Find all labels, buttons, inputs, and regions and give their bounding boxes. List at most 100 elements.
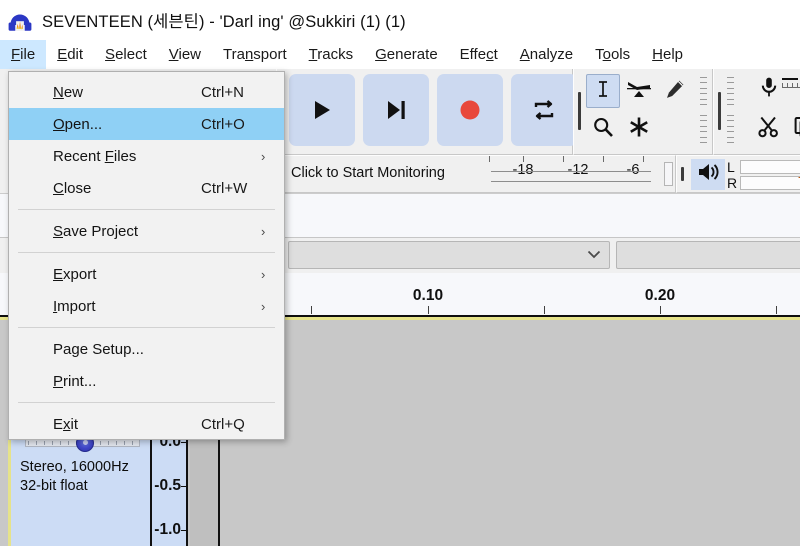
cut-button[interactable] <box>752 112 786 146</box>
recording-meter-scale: -18 -12 -6 0 <box>483 156 661 189</box>
envelope-tool[interactable] <box>622 74 656 108</box>
channel-label-left: L <box>727 160 739 174</box>
recording-meter-toolbar[interactable]: Click to Start Monitoring -18 -12 -6 0 <box>276 155 676 193</box>
asterisk-icon <box>628 116 650 143</box>
track-control-panel[interactable]: Stereo, 16000Hz 32-bit float <box>11 430 150 546</box>
record-circle-icon <box>457 97 483 123</box>
scissors-icon <box>758 116 780 143</box>
transport-toolbar <box>276 69 573 155</box>
track-info: Stereo, 16000Hz 32-bit float <box>20 458 129 496</box>
channel-label-right: R <box>727 176 739 190</box>
edit-toolbar <box>713 69 800 155</box>
mic-slider-icon[interactable] <box>782 78 800 92</box>
multi-tool[interactable] <box>622 112 656 146</box>
track-vertical-ruler[interactable]: 0.0 -0.5 -1.0 <box>150 430 188 546</box>
monitoring-label[interactable]: Click to Start Monitoring <box>291 165 445 181</box>
menu-view[interactable]: View <box>158 40 212 69</box>
zoom-tool[interactable] <box>586 112 620 146</box>
copy-button[interactable] <box>788 112 800 146</box>
ruler-tick <box>776 306 777 314</box>
playback-meter-grabber[interactable] <box>679 159 687 189</box>
microphone-icon <box>759 76 779 103</box>
magnifier-icon <box>592 116 614 143</box>
file-dropdown-menu[interactable]: New Ctrl+N Open... Ctrl+O Recent Files ›… <box>8 71 285 440</box>
device-combo-box[interactable] <box>616 241 800 269</box>
tools-divider-left <box>699 74 708 108</box>
menu-tracks[interactable]: Tracks <box>298 40 364 69</box>
tools-divider-right <box>699 112 708 146</box>
recording-meter-clip-indicator <box>664 162 673 186</box>
menu-item-open[interactable]: Open... Ctrl+O <box>9 108 284 140</box>
ruler-tick <box>311 306 312 314</box>
menu-separator <box>18 252 275 253</box>
window-title: SEVENTEEN (세븐틴) - 'Darl ing' @Sukkiri (1… <box>42 8 406 32</box>
submenu-arrow-icon: › <box>261 149 265 164</box>
menu-separator <box>18 402 275 403</box>
audacity-headphones-logo-icon <box>7 7 33 33</box>
ruler-tick <box>428 306 429 314</box>
menu-accel: Ctrl+Q <box>201 416 245 433</box>
draw-tool[interactable] <box>658 74 692 108</box>
menu-item-import[interactable]: Import › <box>9 290 284 322</box>
menu-separator <box>18 209 275 210</box>
loop-button[interactable] <box>511 74 577 146</box>
chevron-down-icon <box>587 246 601 264</box>
edit-divider-bottom <box>726 112 735 146</box>
microphone-button[interactable] <box>752 72 786 106</box>
tools-toolbar-grabber[interactable] <box>576 71 584 151</box>
menu-generate[interactable]: Generate <box>364 40 449 69</box>
edit-divider-top <box>726 74 735 108</box>
edit-toolbar-grabber[interactable] <box>716 71 724 151</box>
selection-combo-box[interactable] <box>288 241 610 269</box>
track-info-line2: 32-bit float <box>20 477 129 496</box>
ruler-tick <box>660 306 661 314</box>
track-info-line1: Stereo, 16000Hz <box>20 458 129 477</box>
skip-end-icon <box>383 97 409 123</box>
vruler-label: -0.5 <box>154 477 181 495</box>
tools-empty-cell <box>658 112 692 146</box>
i-beam-icon <box>593 79 613 104</box>
skip-to-end-button[interactable] <box>363 74 429 146</box>
vruler-label: -1.0 <box>154 521 181 539</box>
tools-toolbar <box>573 69 713 155</box>
speaker-icon <box>697 162 719 187</box>
menu-transport[interactable]: Transport <box>212 40 298 69</box>
record-button[interactable] <box>437 74 503 146</box>
play-icon <box>309 97 335 123</box>
menu-separator <box>18 327 275 328</box>
menu-accel: Ctrl+W <box>201 180 247 197</box>
submenu-arrow-icon: › <box>261 267 265 282</box>
menu-item-page-setup[interactable]: Page Setup... <box>9 333 284 365</box>
playback-meter-right-bar <box>740 176 800 190</box>
ruler-tick <box>544 306 545 314</box>
menu-analyze[interactable]: Analyze <box>509 40 584 69</box>
menu-item-new[interactable]: New Ctrl+N <box>9 76 284 108</box>
playback-monitor-button[interactable] <box>691 159 725 190</box>
menu-bar: File Edit Select View Transport Tracks G… <box>0 40 800 69</box>
menu-item-save-project[interactable]: Save Project › <box>9 215 284 247</box>
audacity-window: SEVENTEEN (세븐틴) - 'Darl ing' @Sukkiri (1… <box>0 0 800 546</box>
menu-item-recent-files[interactable]: Recent Files › <box>9 140 284 172</box>
copy-icon <box>794 116 800 143</box>
menu-file[interactable]: File <box>0 40 46 69</box>
menu-select[interactable]: Select <box>94 40 158 69</box>
ruler-label: 0.10 <box>413 287 443 305</box>
envelope-icon <box>627 79 651 104</box>
menu-item-print[interactable]: Print... <box>9 365 284 397</box>
playback-meter-toolbar[interactable]: L R -5 <box>676 155 800 193</box>
menu-item-exit[interactable]: Exit Ctrl+Q <box>9 408 284 440</box>
menu-accel: Ctrl+N <box>201 84 244 101</box>
waveform-clip[interactable] <box>190 430 220 546</box>
menu-tools[interactable]: Tools <box>584 40 641 69</box>
menu-item-close[interactable]: Close Ctrl+W <box>9 172 284 204</box>
menu-edit[interactable]: Edit <box>46 40 94 69</box>
pencil-icon <box>665 79 685 104</box>
menu-effect[interactable]: Effect <box>449 40 509 69</box>
submenu-arrow-icon: › <box>261 224 265 239</box>
submenu-arrow-icon: › <box>261 299 265 314</box>
recording-meter-bars <box>491 169 651 185</box>
selection-tool[interactable] <box>586 74 620 108</box>
menu-item-export[interactable]: Export › <box>9 258 284 290</box>
play-button[interactable] <box>289 74 355 146</box>
menu-help[interactable]: Help <box>641 40 694 69</box>
